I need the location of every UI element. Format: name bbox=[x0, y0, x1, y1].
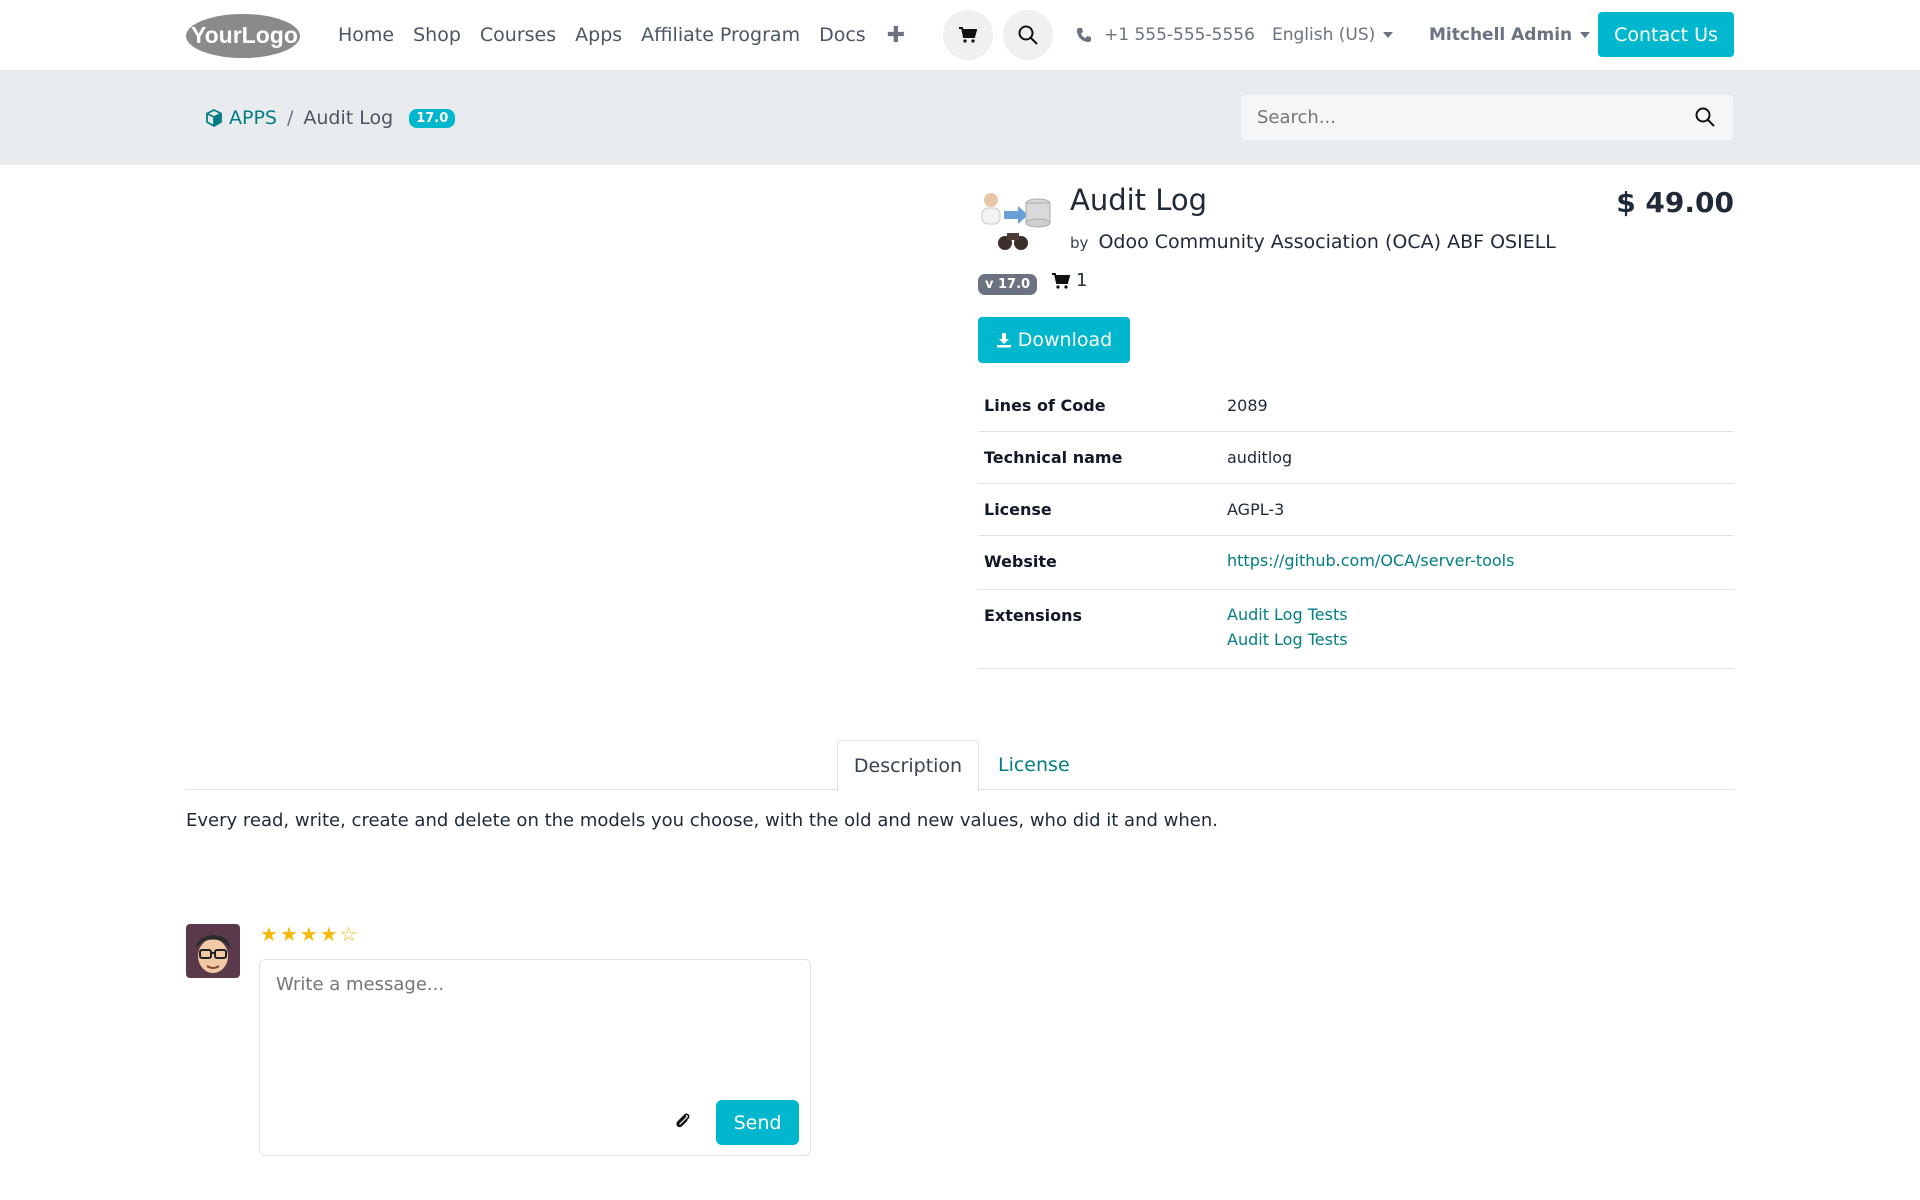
nav-affiliate-program[interactable]: Affiliate Program bbox=[641, 24, 800, 46]
app-title: Audit Log bbox=[1070, 183, 1208, 217]
website-link[interactable]: https://github.com/OCA/server-tools bbox=[1227, 548, 1728, 573]
star-filled-icon[interactable]: ★ bbox=[300, 922, 318, 946]
website-label: Website bbox=[978, 535, 1221, 590]
app-search bbox=[1241, 95, 1733, 140]
cart-icon bbox=[1052, 272, 1070, 289]
breadcrumb-bar: APPS / Audit Log 17.0 bbox=[0, 71, 1920, 165]
avatar bbox=[186, 924, 240, 978]
breadcrumb-separator: / bbox=[286, 107, 294, 129]
star-filled-icon[interactable]: ★ bbox=[280, 922, 298, 946]
search-button[interactable] bbox=[1003, 10, 1053, 60]
cart-icon bbox=[959, 27, 977, 43]
nav-shop[interactable]: Shop bbox=[413, 24, 461, 46]
lines-of-code-label: Lines of Code bbox=[978, 380, 1221, 432]
search-input[interactable] bbox=[1255, 106, 1679, 129]
send-button[interactable]: Send bbox=[716, 1100, 799, 1145]
star-empty-icon[interactable]: ☆ bbox=[340, 922, 358, 946]
phone-number[interactable]: +1 555-555-5556 bbox=[1076, 0, 1255, 70]
technical-name-value: auditlog bbox=[1221, 431, 1734, 484]
table-row: Technical name auditlog bbox=[978, 431, 1734, 484]
author-line: by Odoo Community Association (OCA) ABF … bbox=[1070, 231, 1556, 253]
user-name: Mitchell Admin bbox=[1429, 25, 1573, 45]
cube-icon bbox=[206, 109, 222, 127]
license-value: AGPL-3 bbox=[1221, 483, 1734, 536]
breadcrumb-current: Audit Log bbox=[303, 107, 394, 129]
nav-apps[interactable]: Apps bbox=[575, 24, 622, 46]
rating-stars[interactable]: ★ ★ ★ ★ ☆ bbox=[260, 922, 358, 946]
plus-icon[interactable]: ✚ bbox=[887, 23, 905, 48]
extensions-cell: Audit Log Tests Audit Log Tests bbox=[1221, 589, 1734, 669]
user-menu[interactable]: Mitchell Admin bbox=[1429, 0, 1591, 70]
table-row: License AGPL-3 bbox=[978, 483, 1734, 536]
technical-name-label: Technical name bbox=[978, 431, 1221, 484]
breadcrumb: APPS / Audit Log 17.0 bbox=[205, 71, 456, 165]
app-info-table: Lines of Code 2089 Technical name auditl… bbox=[978, 380, 1734, 669]
top-navbar: YourLogo Home Shop Courses Apps Affiliat… bbox=[0, 0, 1920, 71]
download-icon bbox=[996, 333, 1011, 348]
app-description: Every read, write, create and delete on … bbox=[186, 810, 1218, 831]
by-prefix: by bbox=[1070, 234, 1089, 252]
nav-home[interactable]: Home bbox=[338, 24, 394, 46]
star-filled-icon[interactable]: ★ bbox=[320, 922, 338, 946]
svg-text:YourLogo: YourLogo bbox=[191, 22, 298, 48]
version-badge: 17.0 bbox=[409, 108, 456, 128]
website-cell: https://github.com/OCA/server-tools bbox=[1221, 535, 1734, 590]
phone-label: +1 555-555-5556 bbox=[1104, 25, 1255, 45]
language-selector[interactable]: English (US) bbox=[1272, 0, 1394, 70]
app-price: $ 49.00 bbox=[1616, 186, 1734, 219]
site-logo[interactable]: YourLogo bbox=[185, 13, 301, 59]
purchase-count-value: 1 bbox=[1076, 270, 1088, 291]
extension-link[interactable]: Audit Log Tests bbox=[1227, 602, 1728, 627]
phone-icon bbox=[1077, 28, 1091, 42]
nav-docs[interactable]: Docs bbox=[819, 24, 866, 46]
tab-description[interactable]: Description bbox=[837, 740, 979, 792]
search-icon[interactable] bbox=[1695, 107, 1715, 127]
app-icon bbox=[981, 193, 1051, 250]
breadcrumb-apps[interactable]: APPS bbox=[205, 107, 277, 129]
extensions-label: Extensions bbox=[978, 589, 1221, 669]
breadcrumb-apps-label: APPS bbox=[229, 107, 277, 129]
table-row: Website https://github.com/OCA/server-to… bbox=[978, 535, 1734, 590]
chevron-down-icon bbox=[1580, 32, 1591, 38]
tab-license[interactable]: License bbox=[998, 740, 1070, 790]
search-icon bbox=[1018, 25, 1038, 45]
chevron-down-icon bbox=[1383, 32, 1394, 38]
author-name: Odoo Community Association (OCA) ABF OSI… bbox=[1098, 231, 1556, 253]
download-label: Download bbox=[1017, 329, 1113, 351]
star-filled-icon[interactable]: ★ bbox=[260, 922, 278, 946]
cart-button[interactable] bbox=[943, 10, 993, 60]
message-composer: Send bbox=[259, 959, 811, 1156]
main-nav: Home Shop Courses Apps Affiliate Program… bbox=[338, 0, 905, 70]
contact-us-button[interactable]: Contact Us bbox=[1598, 12, 1734, 57]
purchase-count: 1 bbox=[1052, 270, 1087, 291]
paperclip-icon[interactable] bbox=[674, 1112, 692, 1130]
license-label: License bbox=[978, 483, 1221, 536]
lines-of-code-value: 2089 bbox=[1221, 380, 1734, 432]
message-input[interactable] bbox=[274, 972, 798, 1076]
table-row: Extensions Audit Log Tests Audit Log Tes… bbox=[978, 589, 1734, 669]
version-tag: v 17.0 bbox=[978, 274, 1038, 295]
nav-courses[interactable]: Courses bbox=[480, 24, 556, 46]
extension-link[interactable]: Audit Log Tests bbox=[1227, 627, 1728, 652]
language-label: English (US) bbox=[1272, 25, 1376, 45]
table-row: Lines of Code 2089 bbox=[978, 380, 1734, 432]
download-button[interactable]: Download bbox=[978, 317, 1130, 363]
